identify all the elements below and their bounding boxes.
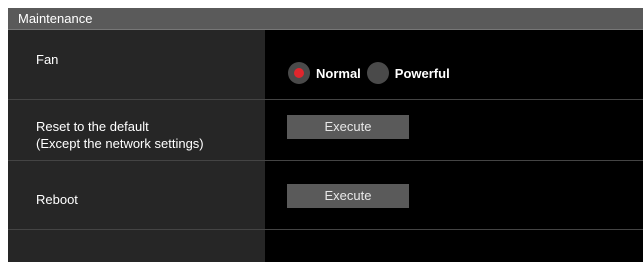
reset-label: Reset to the default (Except the network… xyxy=(36,118,204,152)
reset-label-line1: Reset to the default xyxy=(36,119,149,134)
radio-selected-icon[interactable] xyxy=(288,62,310,84)
fan-option-powerful-label: Powerful xyxy=(394,65,450,81)
row-divider xyxy=(8,229,643,230)
row-divider xyxy=(8,99,643,100)
radio-unselected-icon[interactable] xyxy=(366,62,389,84)
fan-option-normal-label: Normal xyxy=(316,65,361,81)
reboot-label: Reboot xyxy=(36,192,78,207)
fan-label: Fan xyxy=(36,52,59,67)
reset-execute-button[interactable]: Execute xyxy=(287,115,409,139)
fan-option-normal[interactable]: Normal xyxy=(288,62,367,84)
fan-radio-group: Normal Powerful xyxy=(288,61,456,85)
fan-option-powerful[interactable]: Powerful xyxy=(366,62,456,84)
reboot-execute-button[interactable]: Execute xyxy=(287,184,409,208)
reset-label-line2: (Except the network settings) xyxy=(36,136,204,151)
section-header-maintenance: Maintenance xyxy=(8,8,643,30)
row-divider xyxy=(8,160,643,161)
maintenance-panel: Maintenance Fan Normal Powerful Reset to… xyxy=(8,8,643,262)
